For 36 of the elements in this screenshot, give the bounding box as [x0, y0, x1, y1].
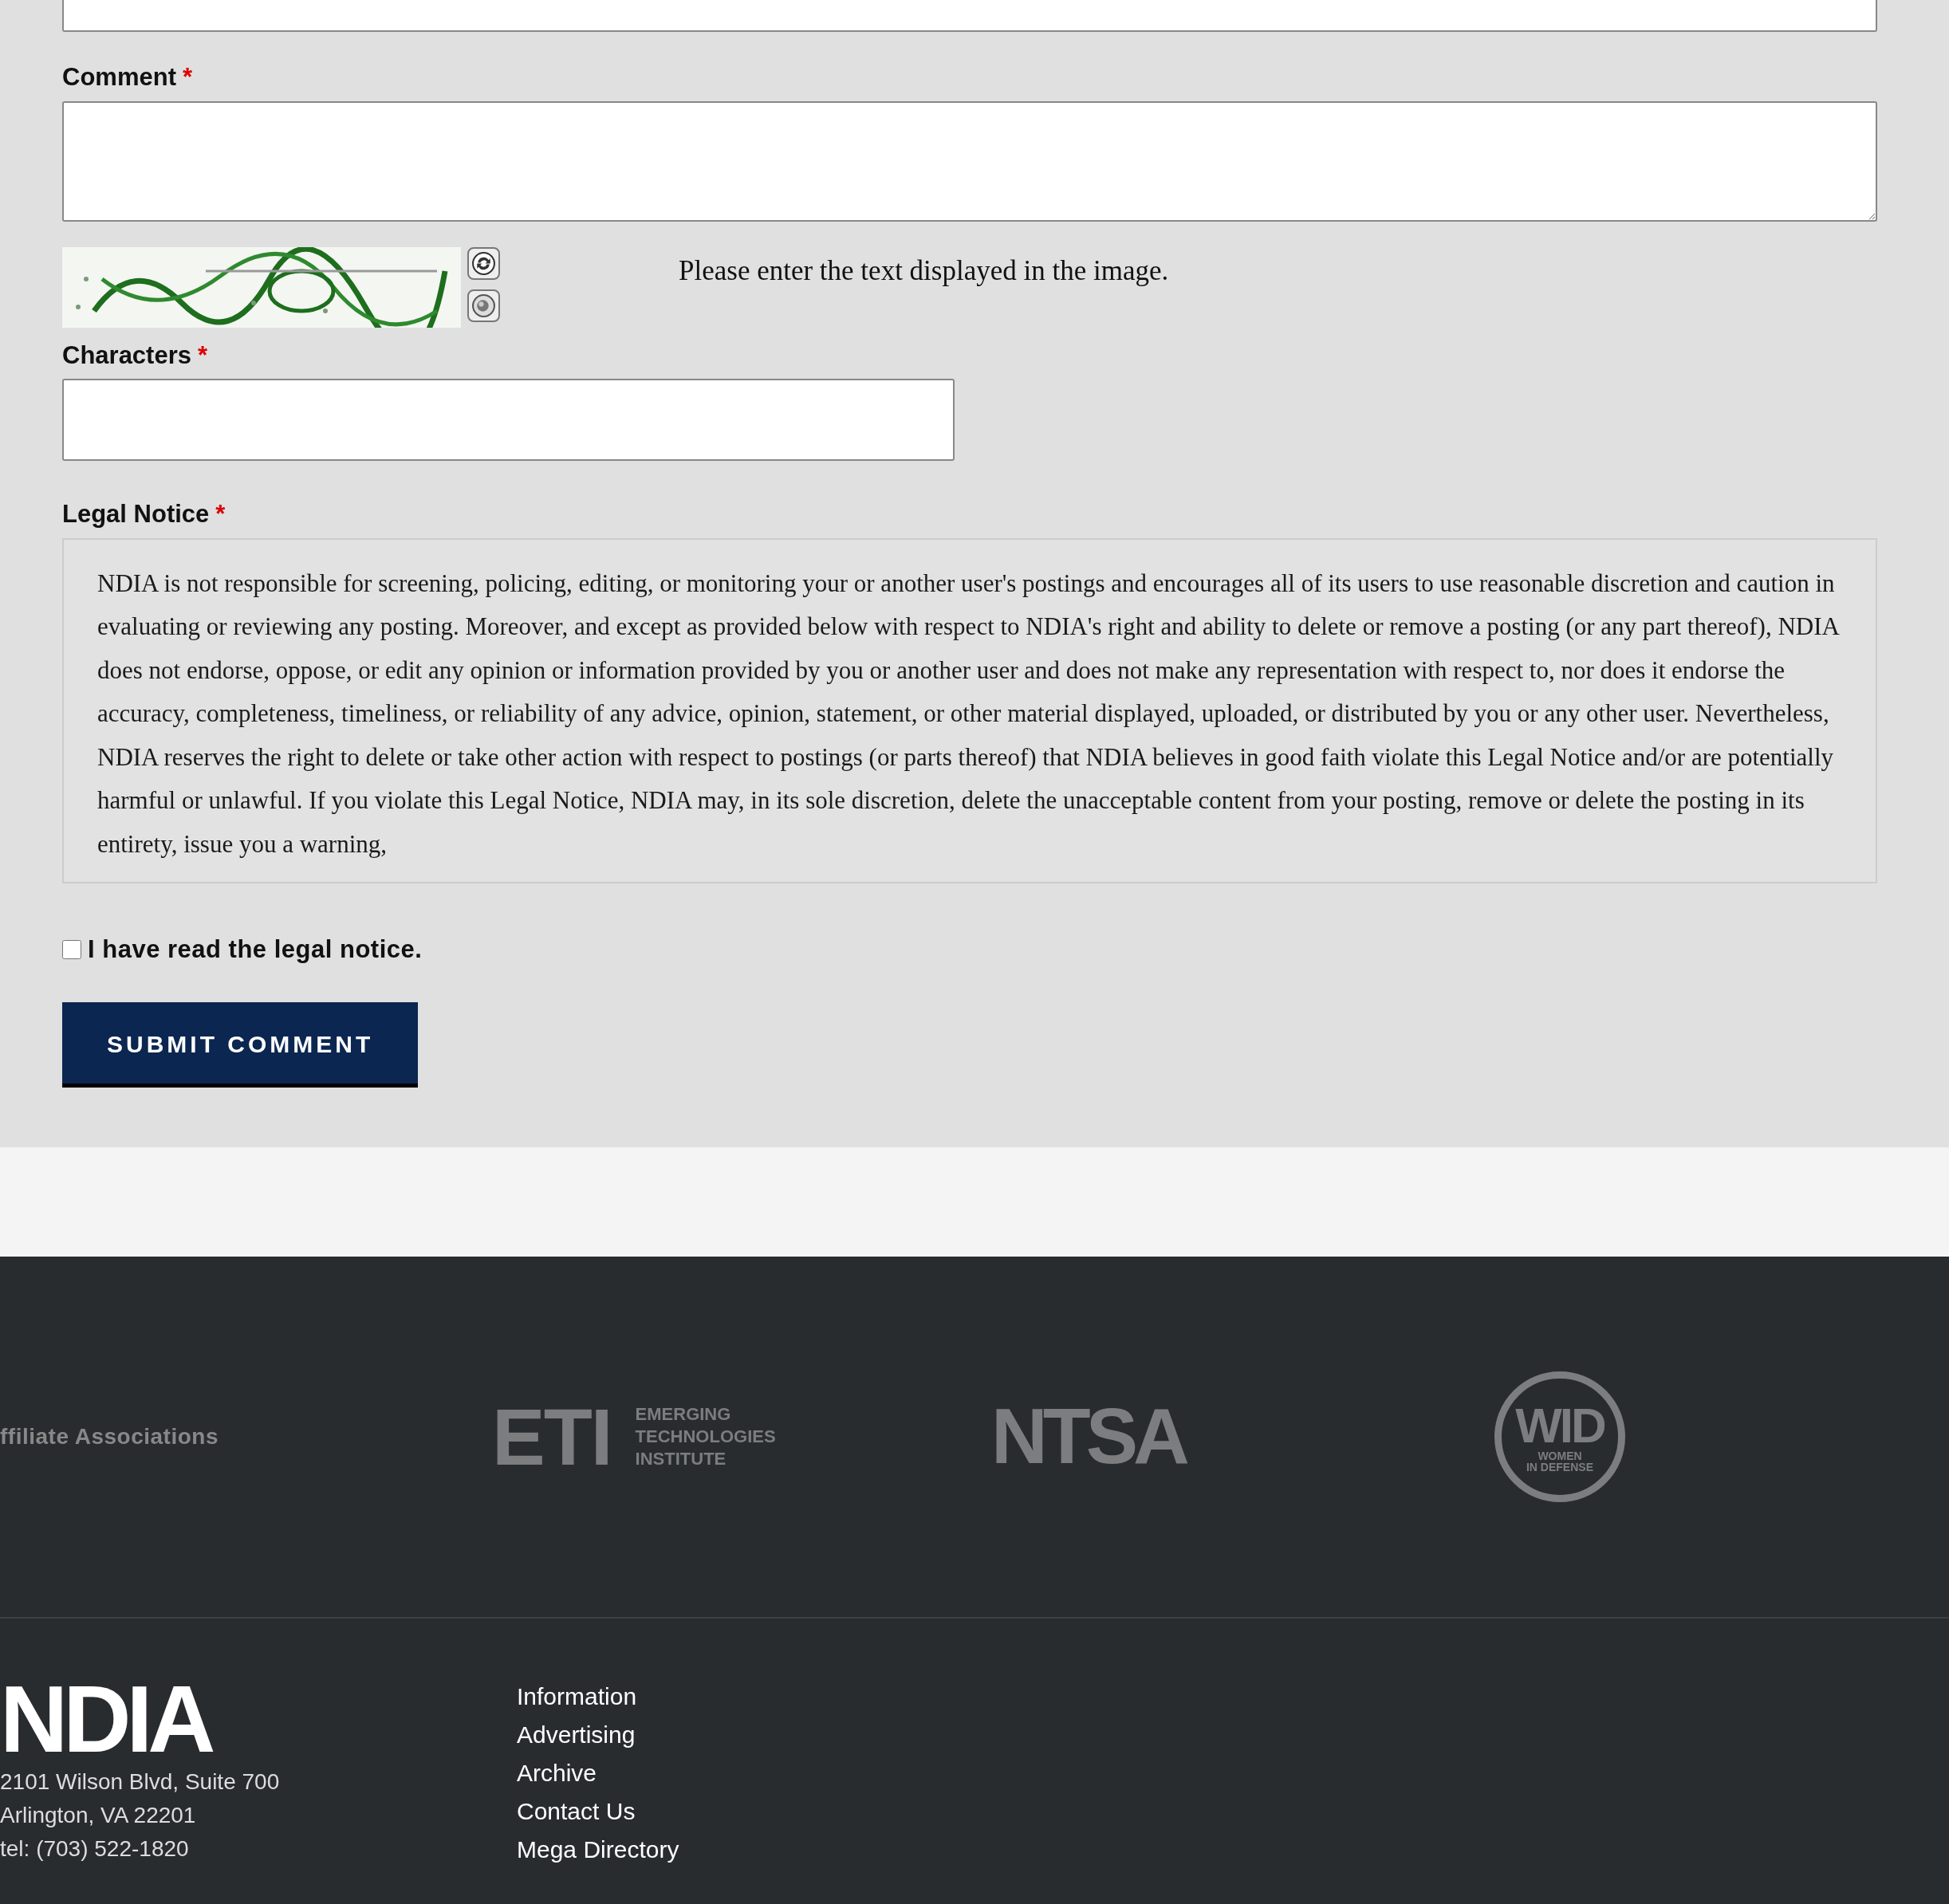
footer-link[interactable]: Advertising: [517, 1720, 1949, 1749]
footer-link[interactable]: Mega Directory: [517, 1835, 1949, 1864]
audio-button[interactable]: [467, 289, 500, 322]
logo-text: WID: [1515, 1400, 1604, 1450]
footer-link[interactable]: Archive: [517, 1758, 1949, 1788]
logo-text: ETI: [492, 1396, 612, 1477]
submit-button[interactable]: SUBMIT COMMENT: [62, 1001, 419, 1088]
field-label: Characters: [62, 340, 191, 371]
footer-link[interactable]: Contact Us: [517, 1796, 1949, 1826]
logo-tagline: TECHNOLOGIES: [635, 1425, 776, 1448]
input-field[interactable]: [62, 0, 1877, 32]
input-field[interactable]: [62, 379, 955, 461]
logo-tagline: EMERGING: [635, 1402, 732, 1426]
address-line: 2101 Wilson Blvd, Suite 700: [0, 1768, 281, 1796]
speaker-icon: [471, 293, 496, 318]
address-line: Arlington, VA 22201: [0, 1801, 197, 1829]
logo-text: NTSA: [991, 1391, 1187, 1481]
logo-tagline: IN DEFENSE: [1526, 1461, 1593, 1473]
logo-tagline: INSTITUTE: [635, 1447, 727, 1470]
section-heading: ffiliate Associations: [0, 1422, 219, 1450]
field-label: Legal Notice: [62, 499, 210, 529]
field-label: Comment: [62, 62, 176, 92]
logo-tagline: WOMEN: [1538, 1450, 1582, 1461]
required-mark: *: [215, 499, 226, 529]
footer-link[interactable]: Information: [517, 1682, 1949, 1711]
required-mark: *: [198, 340, 208, 371]
refresh-icon: [471, 250, 496, 276]
logo-text: NDIA: [0, 1682, 212, 1756]
refresh-button[interactable]: [467, 246, 500, 280]
legal-notice-text: NDIA is not responsible for screening, policing, editing, or monitoring your or another user's postings and encourages all of its users to use reasonable discretion and caution in evaluating or reviewing any posting. Moreover, and except as provided below with respect to NDIA's right and ability to delete or remove a posting (or any part thereof), NDIA does not endorse, oppose, or edit any opinion or information provided by you or another user and does not make any representation with respect to, nor does it endorse the accuracy, completeness, timeliness, or reliability of any advice, opinion, statement, or other material displayed, uploaded, or distributed by you or any other user. Nevertheless, NDIA reserves the right to delete or take other action with respect to postings (or parts thereof) that NDIA believes in good faith violate this Legal Notice and/or are potentially harmful or unlawful. If you violate this Legal Notice, NDIA may, in its sole discretion, delete the unacceptable content from your posting, remove or delete the posting in its entirety, issue you a warning,: [62, 537, 1877, 883]
comment-field[interactable]: [62, 100, 1877, 222]
required-mark: *: [182, 62, 193, 92]
address-line: tel: (703) 522-1820: [0, 1835, 190, 1863]
captcha-hint: Please enter the text displayed in the image.: [679, 254, 1169, 288]
checkbox-label: I have read the legal notice.: [88, 934, 423, 965]
agree-checkbox[interactable]: [62, 940, 81, 960]
